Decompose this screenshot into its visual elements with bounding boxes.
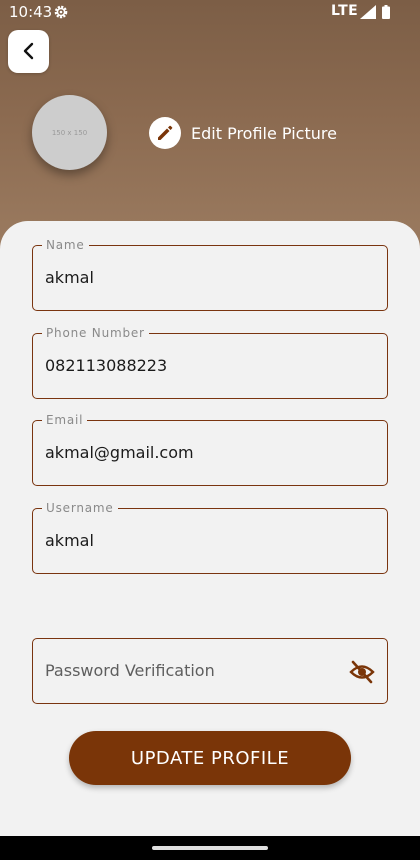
name-value: akmal: [45, 268, 94, 287]
password-verification-placeholder: Password Verification: [45, 661, 215, 680]
network-type: LTE: [331, 3, 359, 19]
email-label: Email: [42, 412, 88, 428]
pencil-icon: [149, 117, 181, 149]
profile-header: 10:43 LTE 150 x 150 Edit Profile Picture: [0, 0, 420, 250]
status-time: 10:43: [9, 3, 53, 21]
phone-number-value: 082113088223: [45, 356, 168, 375]
email-field[interactable]: Email akmal@gmail.com: [32, 412, 388, 486]
battery-icon: [382, 5, 390, 19]
username-value: akmal: [45, 531, 94, 550]
phone-number-label: Phone Number: [42, 325, 149, 341]
update-profile-button[interactable]: UPDATE PROFILE: [69, 731, 351, 785]
back-button[interactable]: [8, 30, 49, 73]
avatar-placeholder-text: 150 x 150: [51, 128, 88, 137]
home-gesture-handle[interactable]: [152, 846, 268, 850]
navigation-bar: [0, 836, 420, 860]
avatar[interactable]: 150 x 150: [32, 95, 107, 170]
name-field[interactable]: Name akmal: [32, 237, 388, 311]
phone-number-field[interactable]: Phone Number 082113088223: [32, 325, 388, 399]
username-label: Username: [42, 500, 118, 516]
edit-profile-picture-button[interactable]: Edit Profile Picture: [149, 117, 337, 149]
email-value: akmal@gmail.com: [45, 443, 194, 462]
gear-icon: [54, 5, 68, 19]
signal-icon: [360, 5, 376, 19]
name-label: Name: [42, 237, 89, 253]
chevron-left-icon: [23, 42, 34, 60]
username-field[interactable]: Username akmal: [32, 500, 388, 574]
status-bar: 10:43 LTE: [0, 0, 420, 24]
eye-off-icon[interactable]: [349, 659, 375, 685]
edit-profile-picture-label: Edit Profile Picture: [191, 123, 337, 143]
password-verification-field[interactable]: Password Verification: [32, 638, 388, 704]
